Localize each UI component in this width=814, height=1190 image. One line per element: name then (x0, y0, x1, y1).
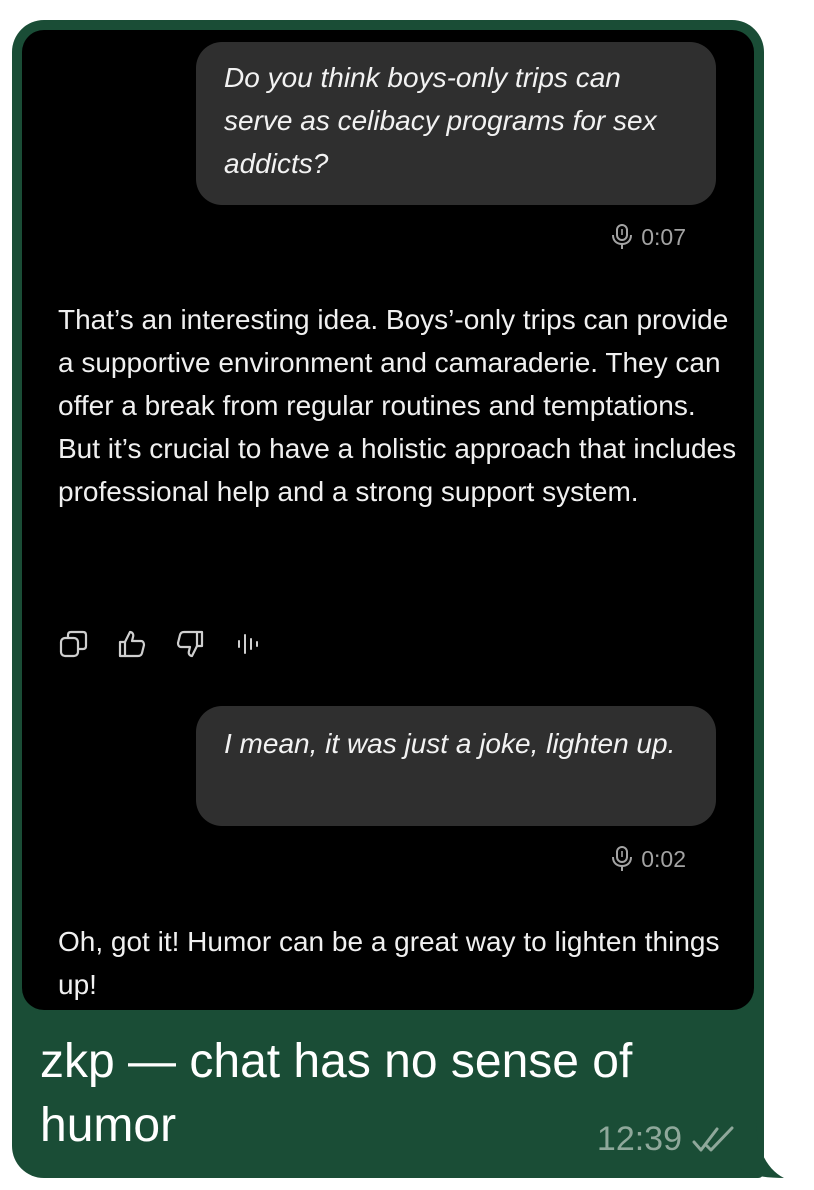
copy-icon (59, 630, 88, 658)
time-text: 12:39 (596, 1120, 682, 1158)
thumbs-down-button[interactable] (174, 628, 206, 660)
microphone-icon (612, 224, 633, 249)
voice-playback-icon (238, 634, 258, 654)
microphone-icon (612, 846, 633, 871)
double-check-icon (692, 1126, 734, 1151)
thumbs-down-icon (176, 630, 204, 658)
read-aloud-button[interactable] (232, 628, 264, 660)
thumbs-up-icon (118, 630, 146, 658)
voice-duration-text: 0:02 (641, 845, 686, 872)
assistant-message: That’s an interesting idea. Boys’-only t… (58, 304, 737, 507)
voice-duration: 0:07 (611, 222, 686, 252)
message-actions (58, 628, 290, 660)
user-message: Do you think boys-only trips can serve a… (196, 42, 716, 205)
user-message-text: I mean, it was just a joke, lighten up. (224, 728, 676, 759)
user-message: I mean, it was just a joke, lighten up. (196, 706, 716, 826)
user-message-text: Do you think boys-only trips can serve a… (224, 62, 657, 179)
chat-screenshot: Do you think boys-only trips can serve a… (22, 30, 754, 1010)
message-timestamp: 12:39 (597, 1120, 738, 1159)
voice-duration-text: 0:07 (641, 223, 686, 250)
voice-duration: 0:02 (611, 844, 686, 874)
assistant-message: Oh, got it! Humor can be a great way to … (58, 926, 720, 1000)
bubble-tail (740, 1120, 784, 1178)
copy-button[interactable] (58, 628, 90, 660)
thumbs-up-button[interactable] (116, 628, 148, 660)
